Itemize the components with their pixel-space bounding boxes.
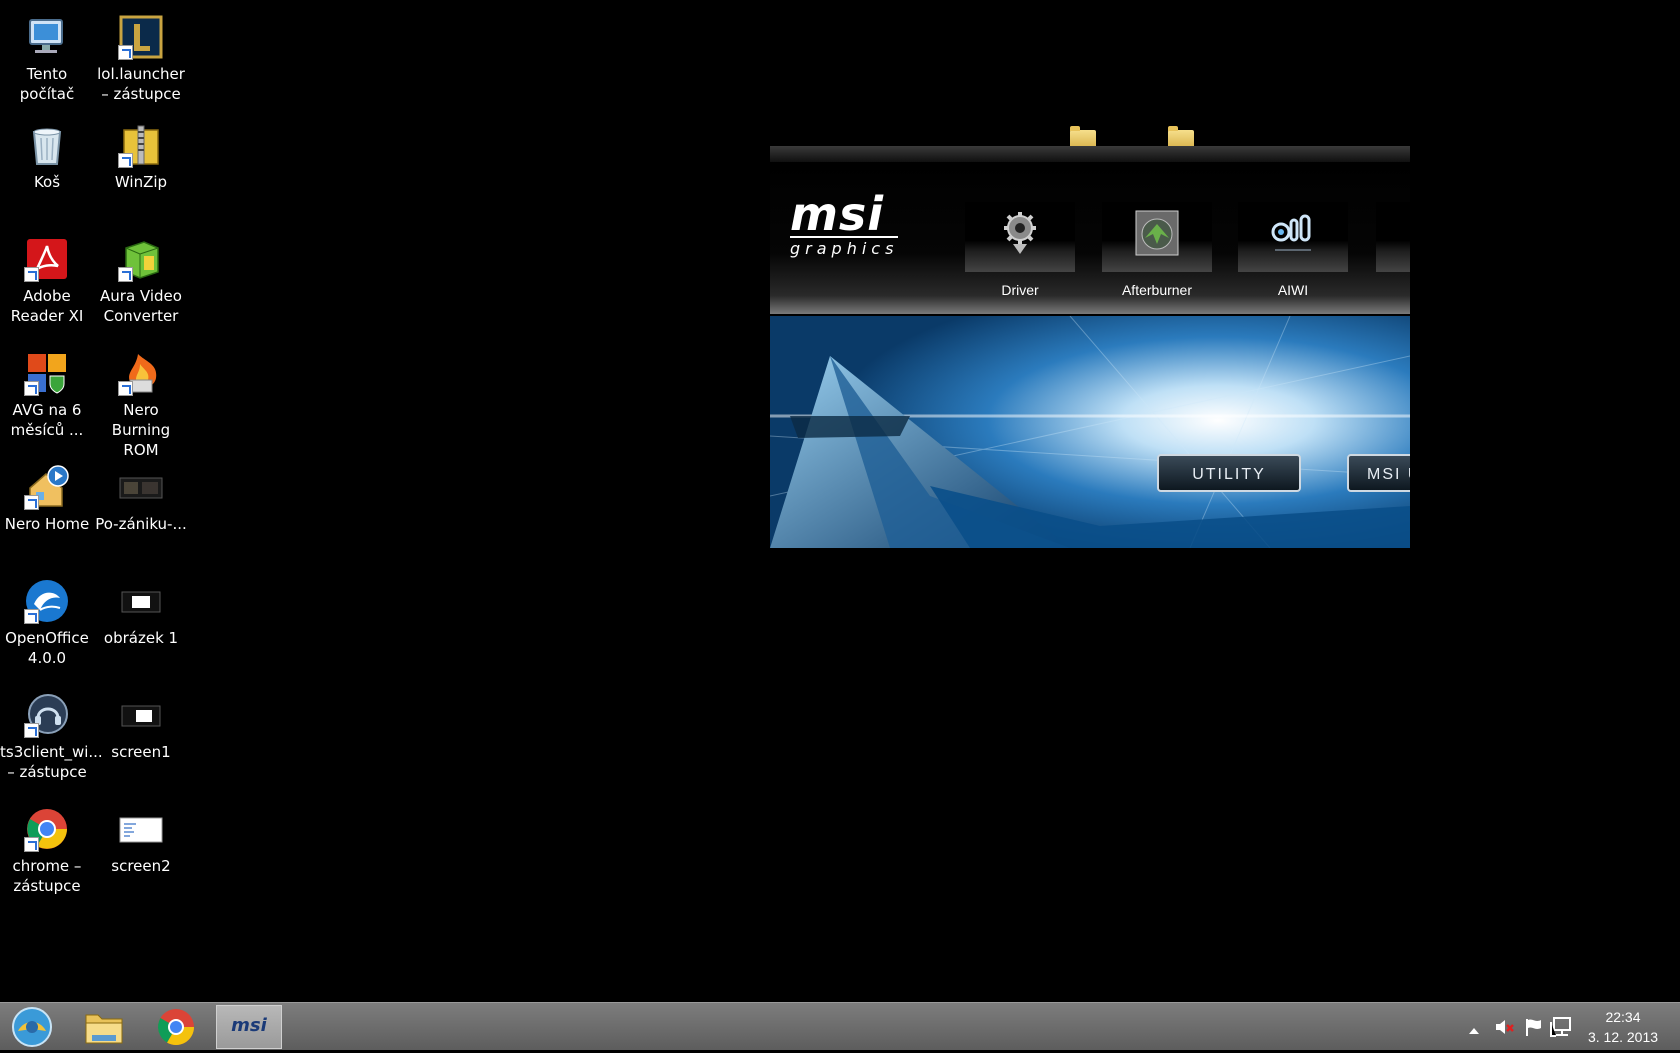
desktop-icon-avg[interactable]: AVG na 6 měsíců ... [0,344,94,440]
shortcut-arrow-icon [118,381,133,396]
shortcut-arrow-icon [24,837,39,852]
desktop-icon-label: obrázek 1 [103,629,179,647]
desktop-icon-aura-video-converter[interactable]: Aura Video Converter [94,230,188,326]
desktop-icon-this-pc[interactable]: Tento počítač [0,8,94,104]
start-orb-icon [12,1007,52,1047]
shortcut-arrow-icon [24,381,39,396]
desktop-icon-label: Po-zániku-... [95,515,187,533]
utility-button[interactable]: UTILITY [1157,454,1301,492]
shortcut-arrow-icon [118,45,133,60]
desktop-icon-recycle-bin[interactable]: Koš [0,116,94,192]
tool-label: Driver [1001,282,1039,298]
desktop-icon-winzip[interactable]: WinZip [94,116,188,192]
tool-aiwi[interactable]: AIWI [1238,162,1348,314]
hero-image [770,316,1410,548]
taskbar: msi 22:34 3. 12. 2013 [0,1002,1680,1050]
taskbar-file-explorer[interactable] [72,1005,138,1049]
desktop-icon-label: AVG na 6 měsíců ... [10,401,84,439]
desktop-icon-label: Nero Home [4,515,90,533]
desktop-icon-po-zaniku[interactable]: Po-zániku-... [94,458,188,534]
msi-graphics-window[interactable]: msi graphics Driver Afterburner AIWI UTI… [770,110,1410,548]
clock-date: 3. 12. 2013 [1587,1029,1659,1045]
nero-burning-rom-icon [118,350,164,396]
msi-taskbar-label: msi [231,1015,267,1036]
tool-driver[interactable]: Driver [965,162,1075,314]
openoffice-icon [24,578,70,624]
desktop-icon-lol-launcher[interactable]: lol.launcher – zástupce [94,8,188,104]
afterburner-icon [1135,210,1179,256]
desktop-icon-label: Nero Burning ROM [111,401,171,459]
logo-main-text: msi [790,187,885,241]
msi-utility-button[interactable]: MSI U [1347,454,1410,492]
desktop-icon-label: WinZip [114,173,168,191]
aura-video-converter-icon [118,236,164,282]
computer-icon [24,14,70,60]
desktop-icon-adobe-reader[interactable]: Adobe Reader XI [0,230,94,326]
shortcut-arrow-icon [24,495,39,510]
network-icon[interactable] [1550,1016,1572,1042]
hero-banner: UTILITY MSI U [770,316,1410,548]
show-hidden-icons-chevron-icon[interactable] [1468,1021,1480,1040]
desktop-icon-label: Tento počítač [19,65,75,103]
shortcut-arrow-icon [118,153,133,168]
chrome-icon [157,1009,194,1046]
image-file-icon [118,578,164,624]
league-of-legends-icon [118,14,164,60]
desktop-icon-label: Adobe Reader XI [10,287,84,325]
desktop-icon-obrazek-1[interactable]: obrázek 1 [94,572,188,648]
taskbar-chrome[interactable] [144,1005,210,1049]
taskbar-msi[interactable]: msi [216,1005,282,1049]
system-tray: 22:34 3. 12. 2013 [1462,1003,1680,1051]
volume-muted-icon[interactable] [1494,1017,1516,1041]
logo-sub-text: graphics [790,236,899,259]
video-thumbnail-icon [118,464,164,510]
action-center-flag-icon[interactable] [1524,1017,1544,1041]
adobe-reader-icon [24,236,70,282]
winzip-icon [118,122,164,168]
tool-partial[interactable] [1376,162,1486,314]
taskbar-clock[interactable]: 22:34 3. 12. 2013 [1578,1007,1668,1047]
teamspeak-icon [24,692,70,738]
tool-afterburner[interactable]: Afterburner [1102,162,1212,314]
shortcut-arrow-icon [118,267,133,282]
recycle-bin-icon [24,122,70,168]
msi-header: msi graphics Driver Afterburner AIWI [770,162,1410,314]
desktop-icon-nero-burning-rom[interactable]: Nero Burning ROM [94,344,188,460]
window-title-bar[interactable] [770,146,1410,162]
start-button[interactable] [0,1005,66,1049]
shortcut-arrow-icon [24,723,39,738]
desktop-icon-nero-home[interactable]: Nero Home [0,458,94,534]
tool-label: AIWI [1277,282,1309,298]
desktop-icon-label: lol.launcher – zástupce [97,65,185,103]
tool-label: Afterburner [1121,282,1193,298]
image-file-icon [118,806,164,852]
clock-time: 22:34 [1605,1009,1641,1025]
desktop-icon-label: screen1 [111,743,171,761]
shortcut-arrow-icon [24,609,39,624]
desktop-icon-screen2[interactable]: screen2 [94,800,188,876]
desktop-icon-label: Koš [33,173,61,191]
desktop-icon-screen1[interactable]: screen1 [94,686,188,762]
desktop-icon-label: chrome – zástupce [12,857,82,895]
desktop-icon-label: OpenOffice 4.0.0 [5,629,89,667]
msi-logo: msi graphics [790,187,899,259]
desktop-icon-chrome[interactable]: chrome – zástupce [0,800,94,896]
desktop-icon-label: Aura Video Converter [100,287,182,325]
desktop-icon-ts3client[interactable]: ts3client_wi... – zástupce [0,686,103,782]
desktop-icon-openoffice[interactable]: OpenOffice 4.0.0 [0,572,94,668]
nero-home-icon [24,464,70,510]
chrome-icon [24,806,70,852]
shortcut-arrow-icon [24,267,39,282]
desktop-icon-label: screen2 [111,857,171,875]
desktop-icon-label: ts3client_wi... – zástupce [0,743,103,781]
image-file-icon [118,692,164,738]
gear-download-icon [1004,212,1036,254]
avg-icon [24,350,70,396]
aiwi-icon [1271,214,1311,251]
folder-icon [85,1014,123,1044]
